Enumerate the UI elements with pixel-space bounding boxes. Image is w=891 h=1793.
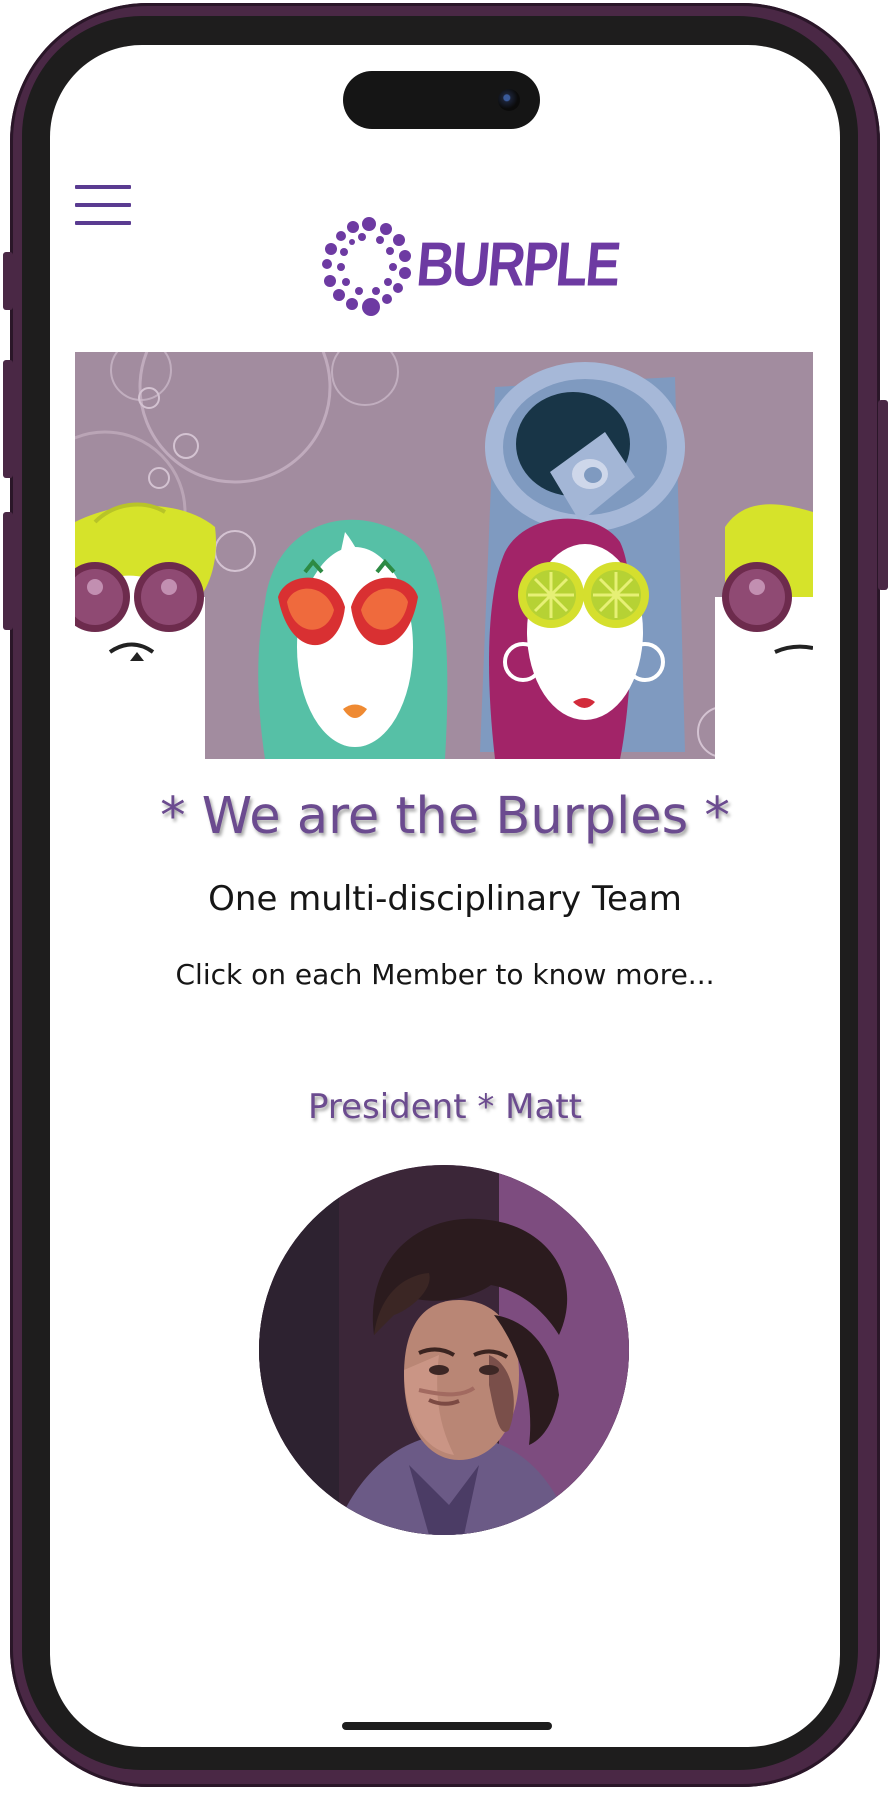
person-portrait-icon: [259, 1165, 629, 1535]
member-photo-matt[interactable]: [259, 1165, 629, 1535]
member-instruction: Click on each Member to know more...: [175, 958, 715, 991]
hamburger-menu-icon[interactable]: [75, 183, 133, 228]
burple-characters-banner: [75, 352, 813, 759]
silent-button: [3, 512, 13, 630]
volume-down-button: [3, 360, 13, 478]
dynamic-island: [343, 71, 540, 129]
team-subtitle: One multi-disciplinary Team: [208, 879, 682, 919]
member-title: President * Matt: [307, 1087, 583, 1127]
home-indicator: [342, 1722, 552, 1730]
volume-up-button: [3, 252, 13, 310]
brand-logo[interactable]: BURPLE: [314, 209, 622, 329]
phone-screen: BURPLE * We are the Burples * One multi-…: [50, 45, 840, 1747]
camera-icon: [498, 89, 520, 111]
bubble-ring-logo-icon: [322, 217, 411, 316]
headline: * We are the Burples *: [160, 787, 730, 846]
hero-banner: [75, 352, 813, 759]
brand-name: BURPLE: [413, 230, 622, 300]
power-button: [878, 400, 888, 590]
